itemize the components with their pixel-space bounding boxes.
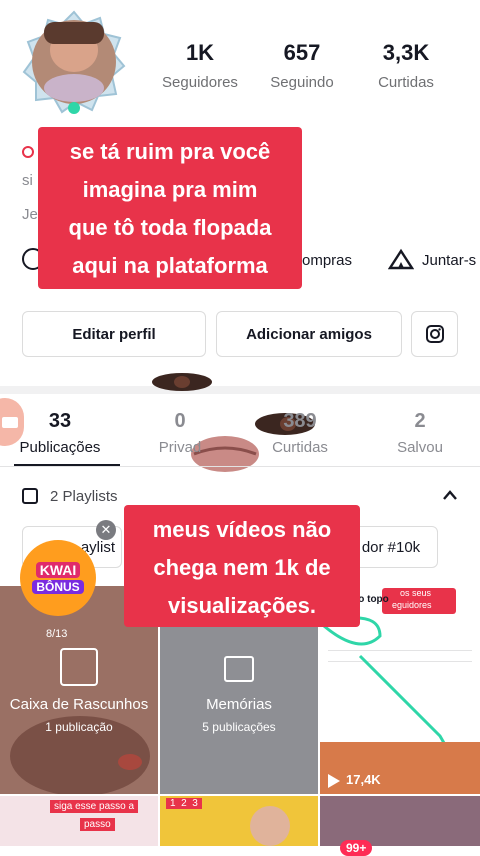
kwai-line-1: KWAI	[35, 562, 81, 578]
overlay-line: imagina pra mim	[82, 177, 258, 202]
stat-followers[interactable]: 1K Seguidores	[150, 40, 250, 91]
overlay-line: visualizações.	[168, 593, 316, 618]
followers-label: Seguidores	[162, 74, 238, 91]
bottom-nums: 1 2 3	[166, 798, 202, 809]
tab-liked[interactable]: 389 Curtidas	[240, 410, 360, 466]
tab-posts-count: 33	[48, 410, 72, 432]
kwai-bonus-badge[interactable]: KWAI BÔNUS	[20, 540, 96, 616]
overlay-line: aqui na plataforma	[72, 253, 268, 278]
instagram-icon	[425, 325, 444, 343]
avatar-frame-icon	[22, 10, 126, 114]
verified-icon	[22, 146, 34, 158]
overlay-line: meus vídeos não	[152, 517, 332, 542]
likes-count: 3,3K	[382, 40, 430, 65]
thumb-face	[250, 806, 290, 846]
likes-label: Curtidas	[378, 74, 434, 91]
memories-icon	[224, 656, 254, 682]
drafts-title: Caixa de Rascunhos	[9, 696, 149, 713]
playlist-chip-2-label: dor #10k	[361, 538, 421, 556]
play-icon	[328, 774, 340, 788]
shortcut-join[interactable]: Juntar-s	[422, 252, 476, 269]
overlay-line: chega nem 1k de	[153, 555, 331, 580]
bottom-text-2: passo	[80, 818, 115, 831]
instagram-button[interactable]	[411, 311, 458, 357]
drafts-icon	[60, 648, 98, 686]
tab-saved-label: Salvou	[397, 439, 443, 456]
tab-saved[interactable]: 2 Salvou	[360, 410, 480, 466]
tab-posts-label: Publicações	[19, 439, 101, 456]
thumb-media	[320, 742, 480, 794]
followers-count: 1K	[185, 40, 215, 65]
tab-private[interactable]: 0 Privad	[120, 410, 240, 466]
camp-icon	[387, 248, 415, 275]
memories-count: 5 publicações	[202, 720, 276, 734]
tab-liked-label: Curtidas	[272, 439, 328, 456]
avatar[interactable]	[22, 10, 126, 114]
following-count: 657	[283, 40, 321, 65]
drafts-progress: 8/13	[46, 628, 68, 640]
tabs-border	[0, 466, 480, 467]
stat-likes[interactable]: 3,3K Curtidas	[356, 40, 456, 91]
tab-private-label: Privad	[158, 439, 202, 456]
bio-fragment-1: si	[22, 172, 33, 189]
collapse-chevron-icon[interactable]	[442, 488, 458, 506]
memories-title: Memórias	[206, 696, 272, 713]
thumb-views: 17,4K	[346, 772, 381, 787]
tab-private-count: 0	[174, 410, 186, 432]
playlist-icon	[22, 488, 38, 504]
bottom-text-1: siga esse passo a	[50, 800, 139, 813]
following-label: Seguindo	[270, 74, 334, 91]
kwai-line-2: BÔNUS	[32, 580, 84, 594]
add-friends-button[interactable]: Adicionar amigos	[216, 311, 402, 357]
overlay-line: que tô toda flopada	[68, 215, 272, 240]
shortcut-shopping[interactable]: ompras	[302, 252, 352, 269]
overlay-line: se tá ruim pra você	[69, 139, 271, 164]
overlay-caption-mid: meus vídeos não chega nem 1k de visualiz…	[124, 505, 360, 627]
nav-bar	[0, 846, 480, 854]
playlists-label[interactable]: 2 Playlists	[50, 488, 118, 505]
tab-posts[interactable]: 33 Publicações	[0, 410, 120, 466]
tab-saved-count: 2	[414, 410, 426, 432]
edit-profile-button[interactable]: Editar perfil	[22, 311, 206, 357]
stat-following[interactable]: 657 Seguindo	[252, 40, 352, 91]
tab-liked-count: 389	[283, 410, 317, 432]
overlay-caption-top: se tá ruim pra você imagina pra mim que …	[38, 127, 302, 289]
close-chip-icon[interactable]: ✕	[96, 520, 116, 540]
bio-fragment-2: Je	[22, 206, 38, 223]
drafts-count: 1 publicação	[45, 720, 113, 734]
